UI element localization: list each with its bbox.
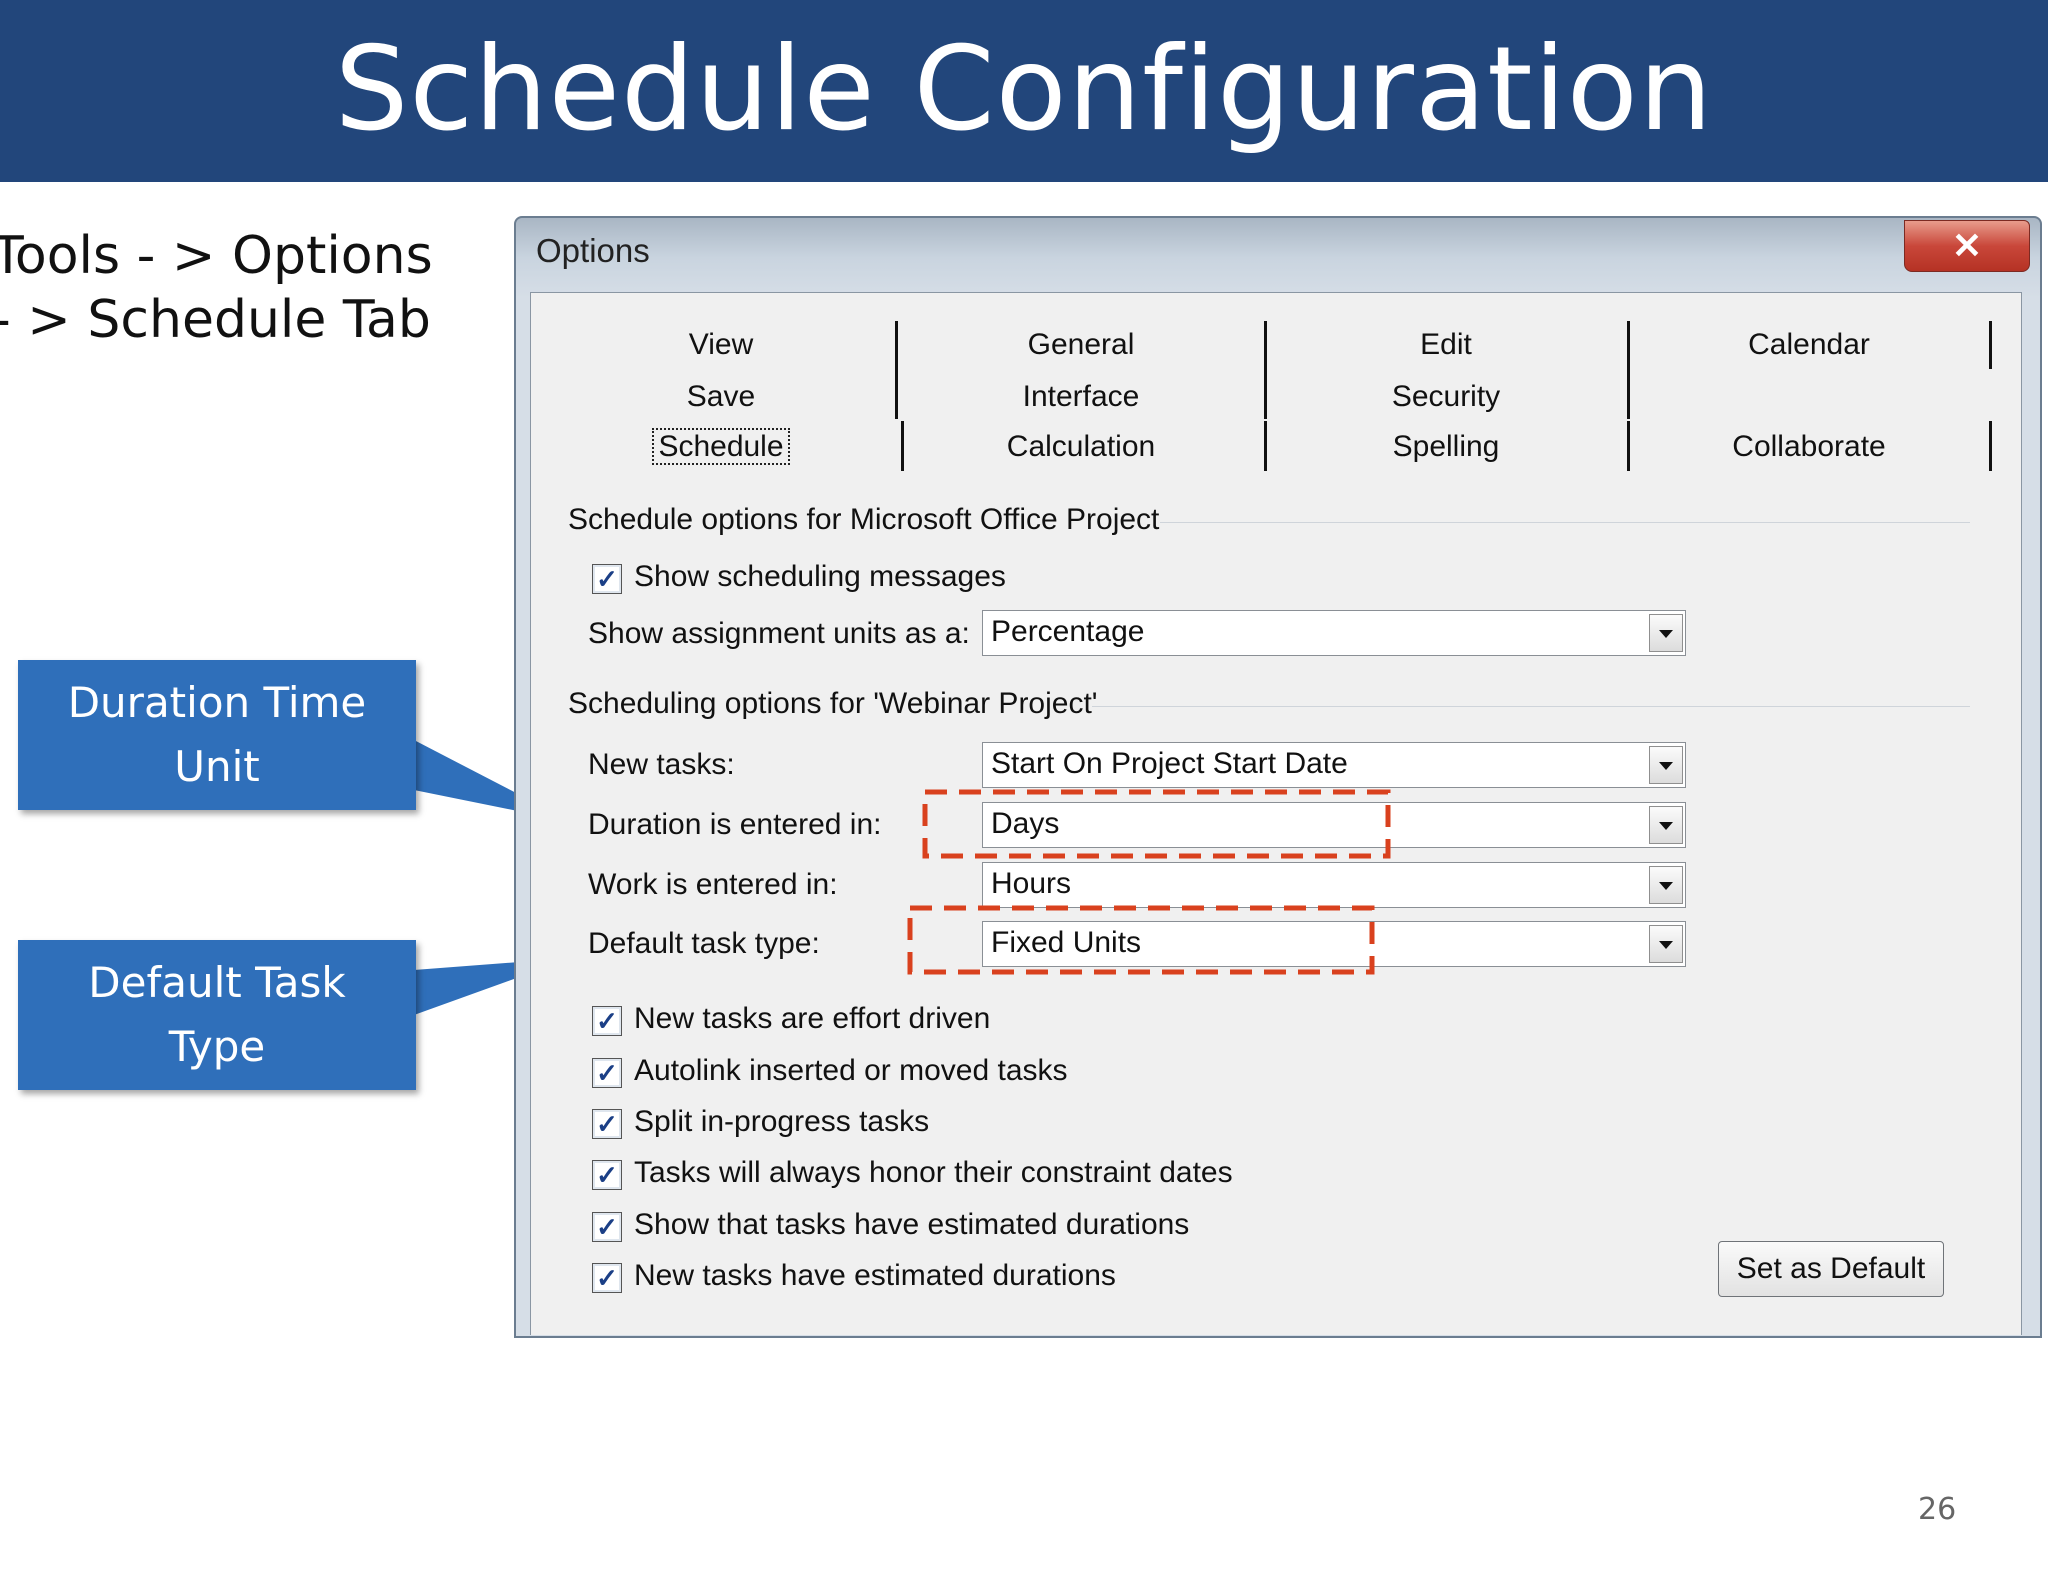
task-type-label: Default task type: xyxy=(588,927,820,960)
chevron-down-icon[interactable] xyxy=(1649,614,1683,652)
tab-security[interactable]: Security xyxy=(1276,373,1616,421)
tab-schedule[interactable]: Schedule xyxy=(551,423,891,471)
duration-select[interactable]: Days xyxy=(982,802,1686,848)
group-rule xyxy=(1092,706,1970,707)
checkbox-label: Split in-progress tasks xyxy=(634,1105,930,1138)
callout-task-type-label: Default Task Type xyxy=(88,958,346,1071)
show-scheduling-messages-checkbox[interactable]: ✓ Show scheduling messages xyxy=(592,560,1192,600)
checkbox-label: Show that tasks have estimated durations xyxy=(634,1208,1190,1241)
group-rule xyxy=(1160,522,1970,523)
tab-divider xyxy=(1264,321,1267,419)
checkbox-label: Autolink inserted or moved tasks xyxy=(634,1054,1068,1087)
effort-driven-checkbox[interactable]: ✓ New tasks are effort driven xyxy=(592,1002,1492,1042)
tab-divider xyxy=(1264,421,1267,471)
tab-schedule-label: Schedule xyxy=(652,428,790,465)
checkbox-box[interactable]: ✓ xyxy=(592,1212,622,1242)
tab-save[interactable]: Save xyxy=(551,373,891,421)
tab-divider xyxy=(1989,321,1992,369)
checkbox-box[interactable]: ✓ xyxy=(592,1160,622,1190)
tab-interface[interactable]: Interface xyxy=(911,373,1251,421)
select-value: Fixed Units xyxy=(991,926,1142,959)
callout-duration-label: Duration Time Unit xyxy=(67,678,367,791)
group-title-webinar-options: Scheduling options for 'Webinar Project' xyxy=(568,687,1098,720)
select-value: Start On Project Start Date xyxy=(991,747,1348,780)
chevron-down-icon[interactable] xyxy=(1649,925,1683,963)
checkbox-box[interactable]: ✓ xyxy=(592,564,622,594)
checkbox-box[interactable]: ✓ xyxy=(592,1058,622,1088)
dialog-title: Options xyxy=(536,232,650,269)
chevron-down-icon[interactable] xyxy=(1649,746,1683,784)
split-in-progress-checkbox[interactable]: ✓ Split in-progress tasks xyxy=(592,1105,1492,1145)
checkbox-label: New tasks have estimated durations xyxy=(634,1259,1116,1292)
select-value: Percentage xyxy=(991,615,1145,648)
select-value: Hours xyxy=(991,867,1072,900)
tab-divider xyxy=(1627,421,1630,471)
show-estimated-durations-checkbox[interactable]: ✓ Show that tasks have estimated duratio… xyxy=(592,1208,1492,1248)
instruction-line-2: - > Schedule Tab xyxy=(0,290,431,350)
tab-calculation[interactable]: Calculation xyxy=(911,423,1251,471)
tab-calendar[interactable]: Calendar xyxy=(1639,321,1979,369)
new-tasks-label: New tasks: xyxy=(588,748,735,781)
close-button[interactable]: ✕ xyxy=(1904,220,2030,272)
new-tasks-select[interactable]: Start On Project Start Date xyxy=(982,742,1686,788)
tab-divider xyxy=(1627,321,1630,419)
select-value: Days xyxy=(991,807,1060,840)
tab-view[interactable]: View xyxy=(551,321,891,369)
close-icon: ✕ xyxy=(1951,225,1983,266)
callout-default-task-type: Default Task Type xyxy=(18,940,416,1090)
set-as-default-button[interactable]: Set as Default xyxy=(1718,1241,1944,1297)
work-label: Work is entered in: xyxy=(588,868,838,901)
chevron-down-icon[interactable] xyxy=(1649,806,1683,844)
new-tasks-estimated-checkbox[interactable]: ✓ New tasks have estimated durations xyxy=(592,1259,1492,1299)
work-select[interactable]: Hours xyxy=(982,862,1686,908)
duration-label: Duration is entered in: xyxy=(588,808,882,841)
group-title-project-options: Schedule options for Microsoft Office Pr… xyxy=(568,503,1160,536)
chevron-down-icon[interactable] xyxy=(1649,866,1683,904)
task-type-select[interactable]: Fixed Units xyxy=(982,921,1686,967)
checkbox-label: New tasks are effort driven xyxy=(634,1002,991,1035)
tab-edit[interactable]: Edit xyxy=(1276,321,1616,369)
checkbox-label: Tasks will always honor their constraint… xyxy=(634,1156,1233,1189)
slide-title: Schedule Configuration xyxy=(334,22,1714,157)
tab-general[interactable]: General xyxy=(911,321,1251,369)
title-band: Schedule Configuration xyxy=(0,0,2048,182)
honor-constraints-checkbox[interactable]: ✓ Tasks will always honor their constrai… xyxy=(592,1156,1492,1196)
checkbox-box[interactable]: ✓ xyxy=(592,1006,622,1036)
assignment-units-select[interactable]: Percentage xyxy=(982,610,1686,656)
checkbox-box[interactable]: ✓ xyxy=(592,1109,622,1139)
callout-duration-time-unit: Duration Time Unit xyxy=(18,660,416,810)
checkbox-box[interactable]: ✓ xyxy=(592,1263,622,1293)
checkbox-label: Show scheduling messages xyxy=(634,560,1006,593)
tab-divider xyxy=(895,321,898,419)
page-number: 26 xyxy=(1918,1492,1957,1527)
tab-spelling[interactable]: Spelling xyxy=(1276,423,1616,471)
tab-collaborate[interactable]: Collaborate xyxy=(1639,423,1979,471)
tab-divider xyxy=(901,421,904,471)
tab-divider xyxy=(1989,421,1992,471)
autolink-checkbox[interactable]: ✓ Autolink inserted or moved tasks xyxy=(592,1054,1492,1094)
instruction-line-1: Tools - > Options xyxy=(0,226,433,286)
assignment-units-label: Show assignment units as a: xyxy=(588,617,970,650)
